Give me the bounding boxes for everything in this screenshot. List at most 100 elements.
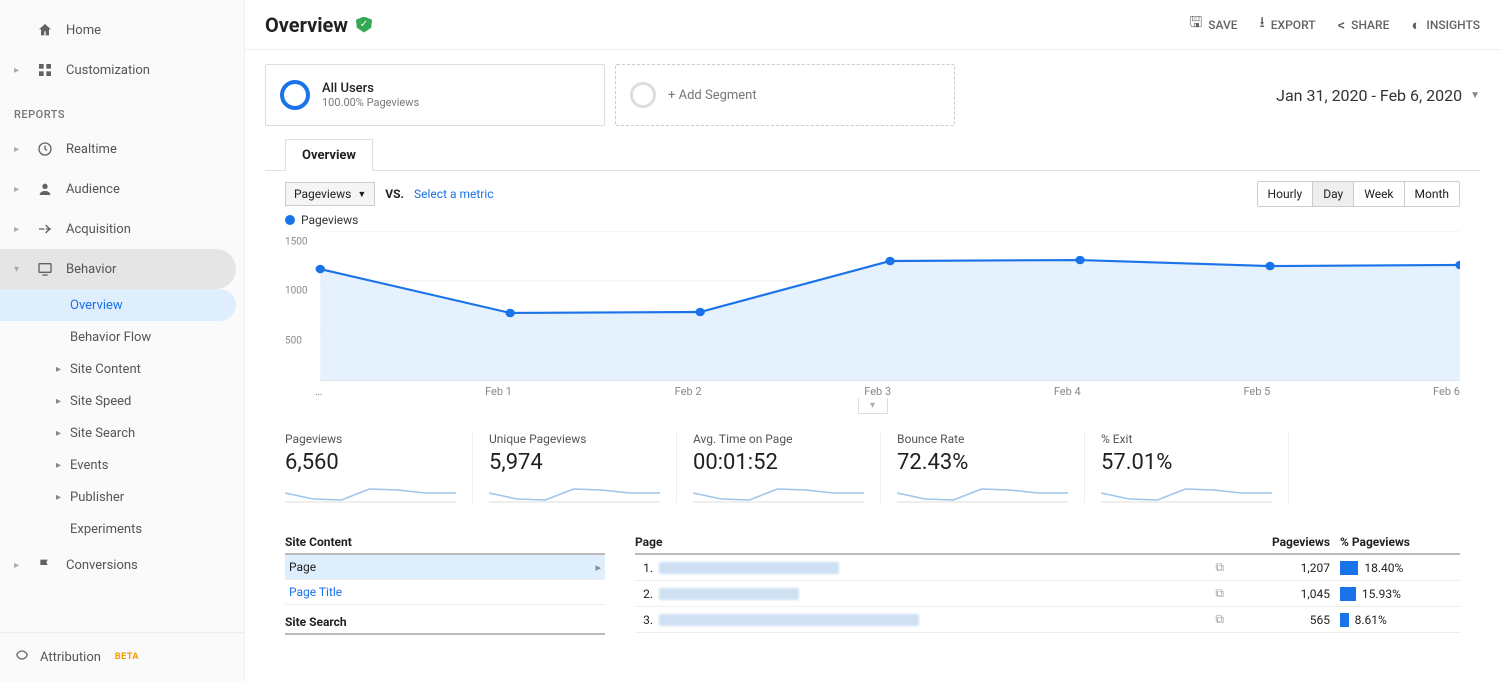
insights-button[interactable]: ◐INSIGHTS [1411, 12, 1480, 37]
subitem-events[interactable]: Events [0, 449, 244, 481]
xtick: Feb 6 [1433, 385, 1460, 398]
pct-bar [1340, 561, 1358, 575]
attribution-icon [14, 647, 30, 667]
ytick-1000: 1000 [285, 286, 307, 297]
row-pct: 15.93% [1330, 587, 1460, 601]
subitem-site-content[interactable]: Site Content [0, 353, 244, 385]
row-index: 3. [635, 613, 659, 627]
row-pct: 18.40% [1330, 561, 1460, 575]
gran-week[interactable]: Week [1354, 182, 1404, 206]
metric-dropdown[interactable]: Pageviews▼ [285, 182, 375, 206]
scorecard[interactable]: % Exit 57.01% [1101, 432, 1289, 503]
nav-realtime[interactable]: ▸ Realtime [0, 129, 244, 169]
pct-value: 15.93% [1362, 587, 1401, 601]
nav-acquisition-label: Acquisition [66, 222, 131, 237]
title-group: Overview ✓ [265, 13, 372, 37]
row-pct: 8.61% [1330, 613, 1460, 627]
sparkline [897, 481, 1068, 503]
add-segment[interactable]: + Add Segment [615, 64, 955, 126]
x-axis-labels: …Feb 1Feb 2Feb 3Feb 4Feb 5Feb 6 [285, 381, 1460, 398]
save-button[interactable]: 🖫SAVE [1189, 12, 1237, 37]
subitem-overview[interactable]: Overview [0, 289, 236, 321]
row-index: 2. [635, 587, 659, 601]
segment-row: All Users 100.00% Pageviews + Add Segmen… [245, 50, 1500, 126]
nav-behavior-label: Behavior [66, 262, 116, 277]
table-row[interactable]: 3. ⧉ 565 8.61% [635, 607, 1460, 633]
col-pct-pageviews: % Pageviews [1330, 535, 1460, 549]
left-row-page-title[interactable]: Page Title [285, 580, 605, 605]
date-range-picker[interactable]: Jan 31, 2020 - Feb 6, 2020 ▼ [1276, 86, 1480, 105]
nav-home[interactable]: Home [0, 10, 244, 50]
chevron-icon: ▸ [14, 65, 24, 76]
ytick-500: 500 [285, 335, 302, 346]
export-icon: ⭳ [1260, 12, 1265, 37]
nav-acquisition[interactable]: ▸ Acquisition [0, 209, 244, 249]
subitem-site-search[interactable]: Site Search [0, 417, 244, 449]
chart-expand-toggle[interactable]: ▾ [858, 398, 888, 414]
popout-icon[interactable]: ⧉ [1215, 560, 1224, 575]
action-bar: 🖫SAVE ⭳EXPORT <SHARE ◐INSIGHTS [1189, 12, 1480, 37]
segment-circle-icon [280, 80, 310, 110]
subitem-site-speed[interactable]: Site Speed [0, 385, 244, 417]
nav-attribution[interactable]: Attribution BETA [0, 632, 244, 681]
right-table: Page Pageviews % Pageviews 1. ⧉ 1,207 18… [635, 531, 1460, 635]
nav-customization-label: Customization [66, 63, 150, 78]
chevron-down-icon: ▼ [1470, 90, 1480, 101]
xtick: Feb 1 [485, 385, 512, 398]
scorecard[interactable]: Pageviews 6,560 [285, 432, 473, 503]
chevron-icon: ▸ [14, 224, 24, 235]
nav-audience[interactable]: ▸ Audience [0, 169, 244, 209]
subitem-experiments[interactable]: Experiments [0, 513, 244, 545]
xtick: Feb 3 [864, 385, 891, 398]
nav-conversions[interactable]: ▸ Conversions [0, 545, 244, 585]
left-table: Site Content Page ▸ Page Title Site Sear… [285, 531, 605, 635]
tab-overview[interactable]: Overview [285, 139, 373, 171]
legend-dot-icon [285, 215, 295, 225]
xtick: Feb 2 [675, 385, 702, 398]
row-page [659, 588, 1215, 600]
share-button[interactable]: <SHARE [1338, 12, 1390, 37]
row-pageviews: 1,207 [1230, 561, 1330, 575]
table-row[interactable]: 1. ⧉ 1,207 18.40% [635, 555, 1460, 581]
popout-icon[interactable]: ⧉ [1215, 612, 1224, 627]
scorecard[interactable]: Avg. Time on Page 00:01:52 [693, 432, 881, 503]
scorecard-value: 57.01% [1101, 450, 1272, 475]
person-icon [36, 181, 54, 197]
gran-month[interactable]: Month [1405, 182, 1459, 206]
redacted-text [659, 588, 799, 600]
gran-day[interactable]: Day [1313, 182, 1354, 206]
scorecard[interactable]: Unique Pageviews 5,974 [489, 432, 677, 503]
segment-subtitle: 100.00% Pageviews [322, 96, 419, 109]
flag-icon [36, 557, 54, 573]
scorecard-label: % Exit [1101, 432, 1272, 446]
left-row-page[interactable]: Page ▸ [285, 555, 605, 580]
redacted-text [659, 562, 839, 574]
table-row[interactable]: 2. ⧉ 1,045 15.93% [635, 581, 1460, 607]
add-segment-label: + Add Segment [668, 88, 757, 103]
scorecard-value: 00:01:52 [693, 450, 864, 475]
nav-behavior[interactable]: ▾ Behavior [0, 249, 236, 289]
gran-hourly[interactable]: Hourly [1258, 182, 1314, 206]
nav-home-label: Home [66, 23, 101, 38]
redacted-text [659, 614, 919, 626]
ytick-1500: 1500 [285, 236, 307, 247]
chart-area: Pageviews 1500 1000 500 …Feb 1Feb 2Feb 3… [265, 207, 1480, 414]
xtick: Feb 5 [1243, 385, 1270, 398]
line-chart: 1500 1000 500 [285, 231, 1460, 381]
row-page [659, 614, 1215, 626]
select-metric-link[interactable]: Select a metric [414, 187, 494, 201]
nav-customization[interactable]: ▸ Customization [0, 50, 244, 90]
export-button[interactable]: ⭳EXPORT [1260, 12, 1316, 37]
controls-row: Pageviews▼ VS. Select a metric Hourly Da… [265, 171, 1480, 207]
subitem-publisher[interactable]: Publisher [0, 481, 244, 513]
popout-icon[interactable]: ⧉ [1215, 586, 1224, 601]
chevron-down-icon: ▾ [14, 264, 24, 275]
nav-conversions-label: Conversions [66, 558, 138, 573]
subitem-behavior-flow[interactable]: Behavior Flow [0, 321, 244, 353]
save-icon: 🖫 [1189, 12, 1202, 37]
scorecard-label: Unique Pageviews [489, 432, 660, 446]
col-pageviews: Pageviews [1230, 535, 1330, 549]
scorecard-label: Avg. Time on Page [693, 432, 864, 446]
segment-all-users[interactable]: All Users 100.00% Pageviews [265, 64, 605, 126]
scorecard[interactable]: Bounce Rate 72.43% [897, 432, 1085, 503]
